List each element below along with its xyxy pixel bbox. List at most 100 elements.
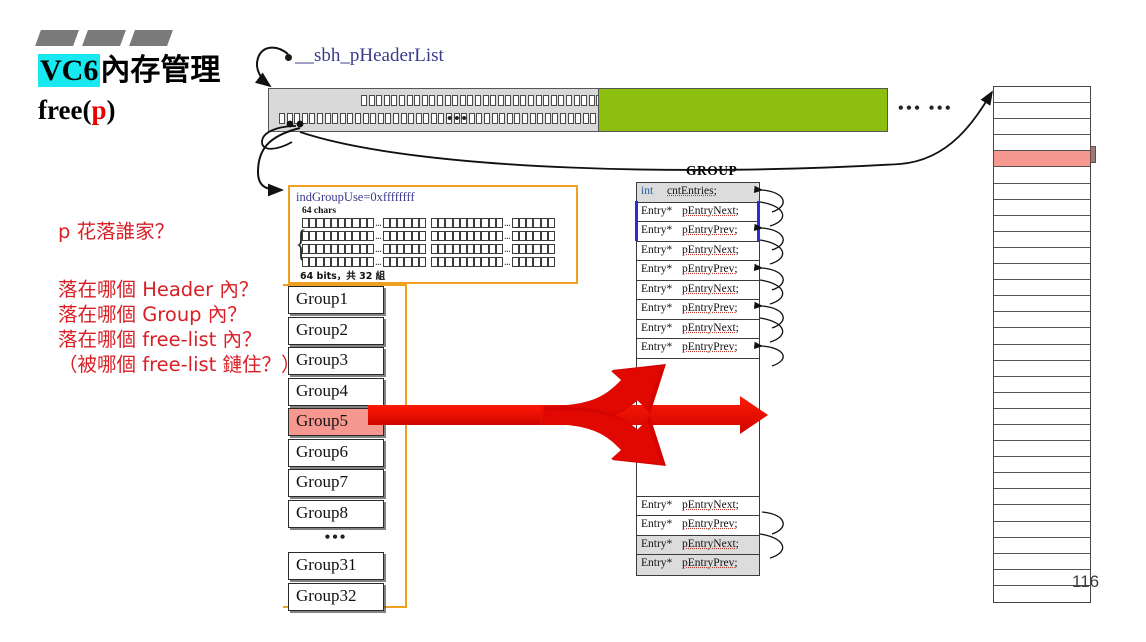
memory-cell [316, 113, 323, 124]
memory-cell [376, 95, 383, 106]
group-item-selected[interactable]: Group5 [288, 408, 384, 436]
group-table-row: Entry* pEntryPrev; [637, 516, 759, 536]
group-entry-field: pEntryPrev; [682, 224, 738, 236]
bitmap-cell [511, 231, 520, 241]
group-item[interactable]: Group8 [288, 499, 384, 528]
bitmap-ellipsis: ... [504, 244, 511, 254]
bitmap-cell [474, 231, 482, 241]
group-item-label: Group32 [296, 585, 357, 605]
memory-cell [467, 95, 474, 106]
bitmap-ellipsis: ... [504, 231, 511, 241]
bitmap-cell [547, 218, 555, 228]
bitmap-cell [511, 218, 520, 228]
header-bar-green-block [598, 88, 888, 132]
bitmap-cell [540, 244, 548, 254]
group-entry-type: Entry* [641, 537, 673, 550]
memory-cell [309, 113, 316, 124]
bitmap-cell [533, 218, 541, 228]
group-item[interactable]: Group1 [288, 286, 384, 314]
group-item-label: Group1 [296, 289, 348, 308]
group-entry-type: Entry* [641, 518, 673, 530]
memory-row [994, 489, 1090, 506]
bitmap-cell [526, 231, 534, 241]
group-entry-field: pEntryNext; [682, 204, 739, 217]
group-item[interactable]: Group2 [288, 316, 384, 345]
bitmap-cell [411, 257, 419, 267]
group-item[interactable]: Group6 [288, 438, 384, 467]
bitmap-cell [382, 244, 391, 254]
memory-cell [332, 113, 339, 124]
subtitle-pointer-var: p [91, 95, 107, 125]
memory-cell [482, 95, 489, 106]
memory-cell [559, 113, 566, 124]
memory-cell [377, 113, 384, 124]
bitmap-cell [459, 244, 467, 254]
bitmap-cell [302, 257, 310, 267]
memory-row [994, 248, 1090, 265]
title-highlight: VC6 [38, 54, 101, 87]
memory-row [994, 87, 1090, 104]
bitmap-cell [366, 231, 374, 241]
bitmap-cell [445, 231, 453, 241]
bitmap-cell [345, 231, 353, 241]
memory-cell [573, 95, 580, 106]
memory-cell [400, 113, 407, 124]
bitmap-cell [404, 231, 412, 241]
bitmap-cell [337, 244, 346, 254]
header-list-pointer-label: __sbh_pHeaderList [295, 45, 444, 66]
group-entry-field: pEntryPrev; [682, 341, 738, 353]
memory-cell [497, 95, 504, 106]
bitmap-cell [459, 257, 467, 267]
group-table-blue-left-marker [635, 201, 638, 241]
memory-row [994, 119, 1090, 136]
bitmap-cell [323, 257, 331, 267]
group-item[interactable]: Group32 [288, 582, 384, 611]
memory-cell [575, 113, 582, 124]
bitmap-cell [474, 257, 482, 267]
bitmap-cell [526, 257, 534, 267]
group-item[interactable]: Group4 [288, 377, 384, 406]
memory-row [994, 538, 1090, 554]
bitmap-cell [445, 218, 453, 228]
bitmap-cell [397, 231, 405, 241]
question-2: 落在哪個 Header 內？ [58, 278, 259, 301]
bitmap-cell [345, 218, 353, 228]
bitmap-cell [411, 244, 419, 254]
bitmap-cell [323, 244, 331, 254]
bitmap-cell [431, 218, 439, 228]
memory-cell [406, 95, 413, 106]
bitmap-cell [330, 231, 338, 241]
memory-cell [491, 113, 498, 124]
group-item[interactable]: Group7 [288, 469, 384, 497]
group-item[interactable]: Group3 [288, 347, 384, 375]
bitmap-cell [382, 218, 391, 228]
group-item[interactable]: Group31 [288, 552, 384, 580]
memory-row [994, 103, 1090, 120]
bitmap-cell [526, 218, 534, 228]
group-entry-field: pEntryNext; [682, 321, 739, 334]
memory-cell [505, 95, 512, 106]
bitmap-cell [309, 244, 317, 254]
bitmap-cell [474, 218, 482, 228]
group-table-header-type: int [641, 185, 654, 197]
group-table-row: Entry* pEntryPrev; [637, 339, 759, 359]
bitmap-cell [438, 244, 446, 254]
memory-cell [459, 95, 466, 106]
bitmap-cell [418, 231, 426, 241]
memory-cell [368, 95, 375, 106]
group-entry-type: Entry* [641, 341, 673, 353]
group-item-label: Group3 [296, 350, 348, 369]
bitmap-cell [330, 218, 338, 228]
bitmap-cell [431, 257, 439, 267]
bitmap-cell [533, 231, 541, 241]
bitmap-cell [481, 257, 489, 267]
bitmap-cell [337, 231, 346, 241]
bitmap-cell [323, 231, 331, 241]
bitmap-cell [488, 231, 496, 241]
ind-group-use-panel: indGroupUse=0xffffffff 64 chars { ......… [288, 185, 578, 284]
memory-cell [506, 113, 513, 124]
bitmap-cell [404, 244, 412, 254]
bitmap-cell [466, 257, 475, 267]
bitmap-cell [382, 257, 391, 267]
bitmap-cell [330, 257, 338, 267]
